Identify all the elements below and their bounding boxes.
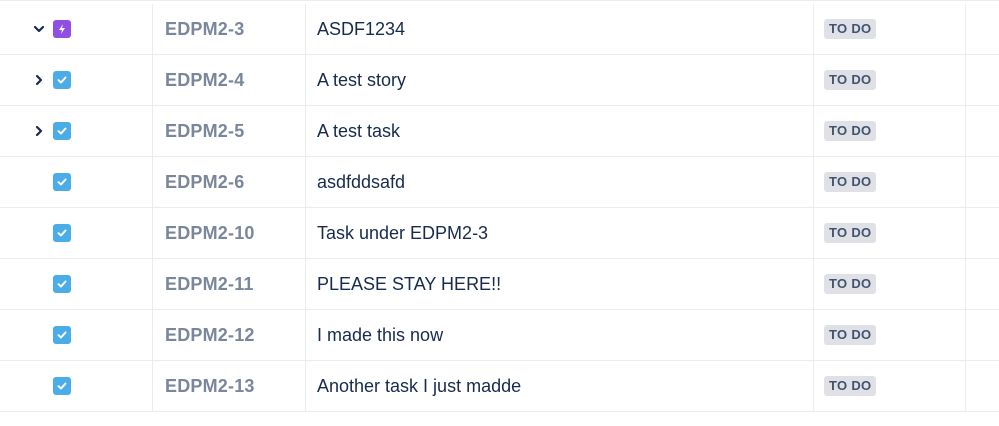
issue-summary-cell[interactable]: asdfddsafd	[306, 157, 814, 207]
status-badge[interactable]: TO DO	[824, 19, 877, 39]
issue-key-link[interactable]: EDPM2-6	[165, 172, 244, 193]
issue-summary-cell[interactable]: I made this now	[306, 310, 814, 360]
issue-summary: A test story	[317, 69, 407, 90]
issue-key-cell: EDPM2-10	[153, 208, 306, 258]
issue-key-link[interactable]: EDPM2-4	[165, 70, 244, 91]
issue-status-cell[interactable]: TO DO	[814, 208, 966, 258]
extra-cell	[966, 55, 999, 105]
lightning-icon	[53, 20, 71, 38]
issue-key-link[interactable]: EDPM2-12	[165, 325, 255, 346]
issue-status-cell[interactable]: TO DO	[814, 361, 966, 411]
issue-summary: asdfddsafd	[317, 171, 406, 192]
toggle-cell	[0, 361, 48, 411]
checkbox-icon	[53, 122, 71, 140]
chevron-right-icon[interactable]	[32, 124, 46, 138]
table-row[interactable]: EDPM2-3 ASDF1234 TO DO	[0, 4, 999, 55]
issue-key-cell: EDPM2-3	[153, 4, 306, 54]
toggle-cell	[0, 157, 48, 207]
issue-status-cell[interactable]: TO DO	[814, 4, 966, 54]
checkbox-icon	[53, 71, 71, 89]
issue-summary: I made this now	[317, 324, 444, 345]
issue-key-link[interactable]: EDPM2-10	[165, 223, 255, 244]
toggle-cell	[0, 55, 48, 105]
checkbox-icon	[53, 275, 71, 293]
chevron-right-icon[interactable]	[32, 73, 46, 87]
issue-summary-cell[interactable]: Task under EDPM2-3	[306, 208, 814, 258]
extra-cell	[966, 157, 999, 207]
extra-cell	[966, 4, 999, 54]
issue-status-cell[interactable]: TO DO	[814, 310, 966, 360]
issue-key-cell: EDPM2-6	[153, 157, 306, 207]
issue-key-link[interactable]: EDPM2-5	[165, 121, 244, 142]
toggle-cell	[0, 106, 48, 156]
issue-status-cell[interactable]: TO DO	[814, 259, 966, 309]
status-badge[interactable]: TO DO	[824, 325, 877, 345]
issue-type-cell	[48, 55, 153, 105]
table-row[interactable]: EDPM2-13 Another task I just madde TO DO	[0, 361, 999, 412]
table-row[interactable]: EDPM2-5 A test task TO DO	[0, 106, 999, 157]
issue-type-cell	[48, 157, 153, 207]
extra-cell	[966, 259, 999, 309]
issue-type-cell	[48, 208, 153, 258]
status-badge[interactable]: TO DO	[824, 70, 877, 90]
checkbox-icon	[53, 224, 71, 242]
issue-table: EDPM2-3 ASDF1234 TO DO EDPM2-4 A test st…	[0, 0, 999, 426]
issue-status-cell[interactable]: TO DO	[814, 106, 966, 156]
toggle-cell	[0, 208, 48, 258]
issue-key-link[interactable]: EDPM2-13	[165, 376, 255, 397]
issue-type-cell	[48, 361, 153, 411]
issue-type-cell	[48, 259, 153, 309]
status-badge[interactable]: TO DO	[824, 223, 877, 243]
issue-status-cell[interactable]: TO DO	[814, 55, 966, 105]
toggle-cell	[0, 310, 48, 360]
chevron-down-icon[interactable]	[32, 22, 46, 36]
issue-summary: ASDF1234	[317, 18, 406, 39]
issue-status-cell[interactable]: TO DO	[814, 157, 966, 207]
issue-key-cell: EDPM2-4	[153, 55, 306, 105]
issue-summary-cell[interactable]: ASDF1234	[306, 4, 814, 54]
table-row[interactable]: EDPM2-10 Task under EDPM2-3 TO DO	[0, 208, 999, 259]
issue-summary-cell[interactable]: Another task I just madde	[306, 361, 814, 411]
checkbox-icon	[53, 326, 71, 344]
issue-key-cell: EDPM2-12	[153, 310, 306, 360]
checkbox-icon	[53, 377, 71, 395]
issue-key-cell: EDPM2-13	[153, 361, 306, 411]
issue-summary: Task under EDPM2-3	[317, 222, 489, 243]
issue-type-cell	[48, 106, 153, 156]
extra-cell	[966, 361, 999, 411]
table-row[interactable]: EDPM2-11 PLEASE STAY HERE!! TO DO	[0, 259, 999, 310]
issue-key-cell: EDPM2-11	[153, 259, 306, 309]
table-row[interactable]: EDPM2-4 A test story TO DO	[0, 55, 999, 106]
table-row[interactable]: EDPM2-6 asdfddsafd TO DO	[0, 157, 999, 208]
extra-cell	[966, 310, 999, 360]
toggle-cell	[0, 259, 48, 309]
issue-key-link[interactable]: EDPM2-11	[165, 274, 254, 295]
issue-type-cell	[48, 310, 153, 360]
issue-summary: Another task I just madde	[317, 375, 522, 396]
issue-summary-cell[interactable]: A test story	[306, 55, 814, 105]
issue-key-cell: EDPM2-5	[153, 106, 306, 156]
issue-summary-cell[interactable]: A test task	[306, 106, 814, 156]
toggle-cell	[0, 4, 48, 54]
issue-summary: PLEASE STAY HERE!!	[317, 273, 502, 294]
extra-cell	[966, 208, 999, 258]
extra-cell	[966, 106, 999, 156]
status-badge[interactable]: TO DO	[824, 376, 877, 396]
issue-key-link[interactable]: EDPM2-3	[165, 19, 244, 40]
issue-summary: A test task	[317, 120, 401, 141]
checkbox-icon	[53, 173, 71, 191]
issue-type-cell	[48, 4, 153, 54]
status-badge[interactable]: TO DO	[824, 121, 877, 141]
status-badge[interactable]: TO DO	[824, 172, 877, 192]
issue-summary-cell[interactable]: PLEASE STAY HERE!!	[306, 259, 814, 309]
status-badge[interactable]: TO DO	[824, 274, 877, 294]
table-row[interactable]: EDPM2-12 I made this now TO DO	[0, 310, 999, 361]
